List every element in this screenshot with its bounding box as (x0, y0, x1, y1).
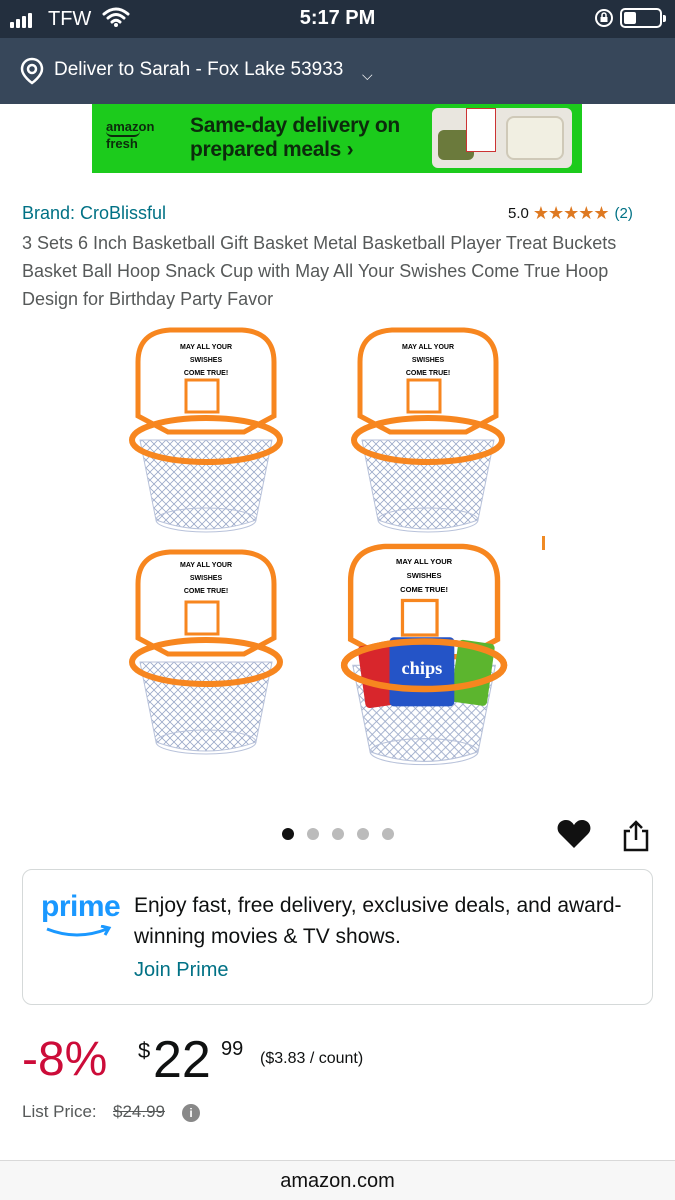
amazon-fresh-logo: amazon fresh (106, 119, 155, 151)
list-price-label: List Price: (22, 1102, 97, 1121)
prime-promo-box: prime Enjoy fast, free delivery, exclusi… (22, 869, 653, 1005)
price-fraction: 99 (221, 1038, 244, 1060)
star-icon: ★★★★★ (532, 203, 610, 223)
status-bar: TFW 5:17 PM (0, 0, 675, 38)
prime-message: Enjoy fast, free delivery, exclusive dea… (134, 894, 622, 948)
carousel-dot-4[interactable] (357, 828, 369, 840)
carousel-dot-1[interactable] (282, 828, 294, 840)
svg-text:MAY ALL YOUR: MAY ALL YOUR (402, 344, 454, 351)
product-title: 3 Sets 6 Inch Basketball Gift Basket Met… (22, 233, 617, 309)
svg-text:MAY ALL YOUR: MAY ALL YOUR (180, 562, 232, 569)
image-carousel-dots[interactable] (282, 828, 394, 840)
basket-hoop-1: MAY ALL YOUR SWISHES COME TRUE! (132, 330, 280, 532)
product-image[interactable]: MAY ALL YOUR SWISHES COME TRUE! MAY ALL … (120, 318, 560, 780)
svg-text:chips: chips (402, 658, 443, 678)
battery-icon (620, 8, 666, 28)
svg-text:COME TRUE!: COME TRUE! (184, 370, 228, 377)
location-pin-icon (20, 57, 44, 85)
info-icon[interactable]: i (182, 1104, 200, 1122)
basket-hoop-2: MAY ALL YOUR SWISHES COME TRUE! (354, 330, 502, 532)
svg-text:COME TRUE!: COME TRUE! (400, 585, 448, 594)
chevron-down-icon[interactable]: ⌵ (362, 67, 373, 84)
clock: 5:17 PM (299, 7, 376, 29)
rating-value: 5.0 (508, 205, 529, 222)
browser-url-bar[interactable]: amazon.com (0, 1160, 675, 1200)
heart-icon[interactable] (556, 818, 592, 850)
rating-count[interactable]: (2) (615, 205, 633, 222)
svg-text:COME TRUE!: COME TRUE! (184, 588, 228, 595)
amazon-fresh-banner[interactable]: amazon fresh Same-day delivery on prepar… (92, 104, 582, 173)
deliver-to-text[interactable]: Deliver to Sarah - Fox Lake 53933 (54, 59, 343, 81)
list-price-value: $24.99 (113, 1102, 165, 1121)
svg-text:SWISHES: SWISHES (190, 357, 223, 364)
prime-smile-icon (46, 925, 112, 937)
carousel-dot-3[interactable] (332, 828, 344, 840)
price-per-count: ($3.83 / count) (260, 1050, 364, 1067)
share-icon[interactable] (622, 819, 650, 853)
join-prime-link[interactable]: Join Prime (134, 959, 228, 982)
discount-percent: -8% (22, 1033, 108, 1086)
prime-logo: prime (41, 890, 121, 923)
basket-hoop-with-chips: MAY ALL YOUR SWISHES COME TRUE! chips (340, 546, 508, 764)
brand-link[interactable]: Brand: CroBlissful (22, 203, 166, 224)
svg-text:MAY ALL YOUR: MAY ALL YOUR (180, 344, 232, 351)
carousel-dot-2[interactable] (307, 828, 319, 840)
svg-text:SWISHES: SWISHES (412, 357, 445, 364)
rating-summary[interactable]: 5.0 ★★★★★ (2) (508, 203, 633, 224)
svg-text:COME TRUE!: COME TRUE! (406, 370, 450, 377)
next-image-peek (542, 536, 548, 564)
deliver-to-bar[interactable]: Deliver to Sarah - Fox Lake 53933 ⌵ (0, 38, 675, 104)
svg-text:MAY ALL YOUR: MAY ALL YOUR (396, 557, 453, 566)
banner-headline: Same-day delivery on prepared meals › (190, 114, 400, 161)
svg-text:SWISHES: SWISHES (190, 575, 223, 582)
price-currency: $ (138, 1038, 151, 1063)
price-whole: 22 (153, 1031, 211, 1089)
rotation-lock-icon (595, 9, 613, 27)
prepared-meal-image (432, 108, 572, 168)
basket-hoop-3: MAY ALL YOUR SWISHES COME TRUE! (132, 552, 280, 754)
carousel-dot-5[interactable] (382, 828, 394, 840)
svg-text:SWISHES: SWISHES (407, 571, 442, 580)
